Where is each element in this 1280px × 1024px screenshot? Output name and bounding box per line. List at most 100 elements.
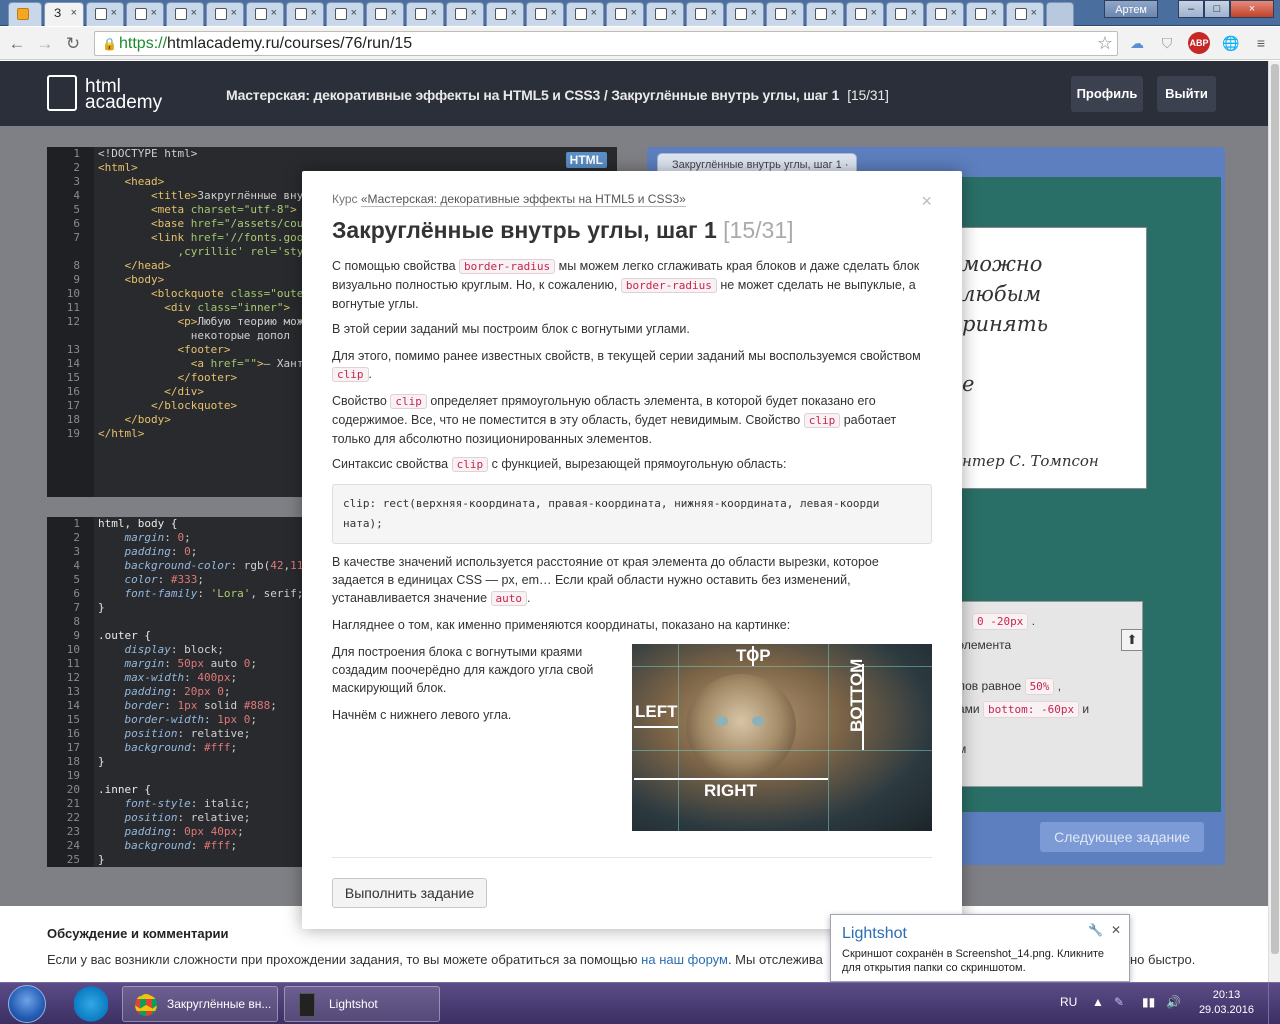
- tab-close-icon[interactable]: ×: [431, 7, 437, 19]
- weather-extension-icon[interactable]: ☁: [1126, 32, 1148, 54]
- line-number: 6: [73, 587, 80, 600]
- scrollbar-thumb[interactable]: [1271, 64, 1279, 954]
- new-tab-button[interactable]: [1046, 2, 1074, 26]
- tab-close-icon[interactable]: ×: [751, 7, 757, 19]
- logout-button[interactable]: Выйти: [1157, 76, 1216, 112]
- skype-icon[interactable]: [74, 986, 108, 1022]
- lightshot-notification[interactable]: Lightshot 🔧 ✕ Скриншот сохранён в Screen…: [830, 914, 1130, 982]
- tab-close-icon[interactable]: ×: [631, 7, 637, 19]
- tab-active[interactable]: З ×: [44, 2, 84, 26]
- tab-close-icon[interactable]: ×: [791, 7, 797, 19]
- tab-close-icon[interactable]: ×: [911, 7, 917, 19]
- tab-pinned[interactable]: [8, 2, 42, 26]
- tab-close-icon[interactable]: ×: [951, 7, 957, 19]
- run-task-button[interactable]: Выполнить задание: [332, 878, 487, 908]
- modal-close-icon[interactable]: ×: [921, 191, 932, 212]
- globe-extension-icon[interactable]: 🌐: [1220, 32, 1242, 54]
- tray-expand-icon[interactable]: ▲: [1092, 995, 1104, 1009]
- tab[interactable]: ×: [326, 2, 364, 26]
- html-code: <!DOCTYPE html> <html> <head> <title>Зак…: [98, 147, 310, 440]
- tab[interactable]: ×: [86, 2, 124, 26]
- tab[interactable]: ×: [926, 2, 964, 26]
- line-number: 10: [66, 287, 80, 300]
- minimize-button[interactable]: –: [1178, 0, 1204, 18]
- address-bar[interactable]: 🔒 https://htmlacademy.ru/courses/76/run/…: [94, 31, 1118, 56]
- bookmark-star-icon[interactable]: ☆: [1097, 33, 1113, 54]
- tab-close-icon[interactable]: ×: [391, 7, 397, 19]
- page-scrollbar[interactable]: [1268, 61, 1280, 982]
- lightshot-tray-icon[interactable]: ✎: [1114, 995, 1124, 1009]
- language-indicator[interactable]: RU: [1060, 995, 1077, 1009]
- tab-close-icon[interactable]: ×: [471, 7, 477, 19]
- pin-icon[interactable]: 🔧: [1088, 923, 1103, 937]
- tab[interactable]: ×: [366, 2, 404, 26]
- tab[interactable]: ×: [966, 2, 1004, 26]
- maximize-button[interactable]: □: [1204, 0, 1230, 18]
- reload-icon[interactable]: ↻: [62, 33, 84, 55]
- tab-close-icon[interactable]: ×: [511, 7, 517, 19]
- tab-close-icon[interactable]: ×: [191, 7, 197, 19]
- system-clock[interactable]: 20:13 29.03.2016: [1199, 988, 1254, 1018]
- tab[interactable]: ×: [566, 2, 604, 26]
- forward-icon[interactable]: →: [34, 33, 56, 55]
- tab-close-icon[interactable]: ×: [71, 7, 77, 19]
- collapse-up-arrow-icon[interactable]: ⬆: [1121, 629, 1143, 651]
- tab-close-icon[interactable]: ×: [991, 7, 997, 19]
- window-controls: – □ ×: [1178, 0, 1274, 18]
- tab[interactable]: ×: [286, 2, 324, 26]
- shield-extension-icon[interactable]: ⛉: [1156, 32, 1178, 54]
- start-menu-button[interactable]: [8, 985, 46, 1023]
- tab-close-icon[interactable]: ×: [351, 7, 357, 19]
- tab[interactable]: ×: [806, 2, 844, 26]
- line-number: 21: [66, 797, 80, 810]
- tab[interactable]: ×: [686, 2, 724, 26]
- tab[interactable]: ×: [1006, 2, 1044, 26]
- tab[interactable]: ×: [246, 2, 284, 26]
- tab-close-icon[interactable]: ×: [671, 7, 677, 19]
- profile-user-badge[interactable]: Артем: [1104, 0, 1158, 18]
- tab[interactable]: ×: [846, 2, 884, 26]
- forum-link[interactable]: на наш форум: [641, 952, 728, 967]
- tab[interactable]: ×: [486, 2, 524, 26]
- menu-icon[interactable]: ≡: [1250, 32, 1272, 54]
- tab[interactable]: ×: [726, 2, 764, 26]
- tab-close-icon[interactable]: ×: [591, 7, 597, 19]
- tab-close-icon[interactable]: ×: [831, 7, 837, 19]
- tab-close-icon[interactable]: ×: [1031, 7, 1037, 19]
- tab-close-icon[interactable]: ×: [871, 7, 877, 19]
- back-icon[interactable]: ←: [6, 33, 28, 55]
- network-icon[interactable]: ▮▮: [1142, 995, 1155, 1009]
- tab-close-icon[interactable]: ×: [711, 7, 717, 19]
- browser-tab-strip: З × × × × × × × × × × × × × × × × × × × …: [0, 0, 1280, 26]
- notification-close-icon[interactable]: ✕: [1111, 923, 1121, 937]
- tab[interactable]: ×: [206, 2, 244, 26]
- tab-close-icon[interactable]: ×: [151, 7, 157, 19]
- taskbar-chrome-item[interactable]: Закруглённые вн...: [122, 986, 278, 1022]
- course-link[interactable]: «Мастерская: декоративные эффекты на HTM…: [360, 192, 686, 207]
- tab[interactable]: ×: [406, 2, 444, 26]
- tab-favicon-icon: [175, 8, 187, 20]
- tab[interactable]: ×: [646, 2, 684, 26]
- taskbar-lightshot-item[interactable]: Lightshot: [284, 986, 440, 1022]
- tab[interactable]: ×: [766, 2, 804, 26]
- tab-close-icon[interactable]: ×: [231, 7, 237, 19]
- tab[interactable]: ×: [526, 2, 564, 26]
- tab[interactable]: ×: [886, 2, 924, 26]
- close-window-button[interactable]: ×: [1230, 0, 1274, 18]
- profile-button[interactable]: Профиль: [1071, 76, 1143, 112]
- show-desktop-button[interactable]: [1268, 983, 1280, 1024]
- tab[interactable]: ×: [446, 2, 484, 26]
- volume-icon[interactable]: 🔊: [1166, 995, 1181, 1009]
- adblock-icon[interactable]: ABP: [1188, 32, 1210, 54]
- grid-line: [678, 644, 679, 831]
- tab-close-icon[interactable]: ×: [271, 7, 277, 19]
- code-chip: border-radius: [620, 278, 717, 293]
- tab-close-icon[interactable]: ×: [311, 7, 317, 19]
- tab[interactable]: ×: [126, 2, 164, 26]
- tab-close-icon[interactable]: ×: [111, 7, 117, 19]
- next-task-button[interactable]: Следующее задание: [1040, 822, 1204, 852]
- tab[interactable]: ×: [166, 2, 204, 26]
- html-academy-logo[interactable]: html academy: [47, 75, 167, 115]
- tab-close-icon[interactable]: ×: [551, 7, 557, 19]
- tab[interactable]: ×: [606, 2, 644, 26]
